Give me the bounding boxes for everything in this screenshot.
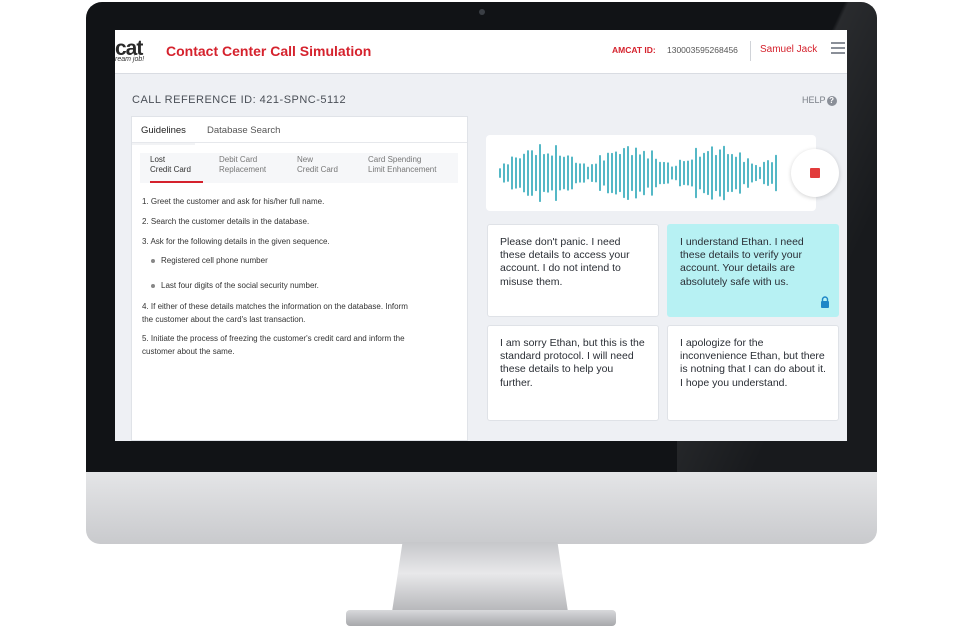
subtab-card-spending-limit[interactable]: Card Spending Limit Enhancement: [368, 155, 436, 175]
monitor-stand-base: [346, 610, 616, 626]
logo-tagline: ream job!: [115, 56, 145, 63]
bullet-text: Last four digits of the social security …: [161, 281, 319, 290]
subtab-lost-credit-card[interactable]: Lost Credit Card: [150, 155, 191, 175]
response-option-4[interactable]: I apologize for the inconvenience Ethan,…: [667, 325, 839, 421]
bullet-dot: [151, 259, 155, 263]
main-tabs: Guidelines Database Search: [132, 117, 467, 145]
subtab-line: New: [297, 155, 314, 164]
response-option-2[interactable]: I understand Ethan. I need these details…: [667, 224, 839, 317]
monitor-stand-neck: [392, 542, 568, 612]
help-button[interactable]: HELP?: [802, 95, 837, 106]
response-option-1[interactable]: Please don't panic. I need these details…: [487, 224, 659, 317]
stop-record-icon: [810, 168, 820, 178]
step-text: 3. Ask for the following details in the …: [142, 237, 330, 246]
step-text: customer about the same.: [142, 347, 235, 356]
top-bar: cat ream job! Contact Center Call Simula…: [115, 30, 847, 74]
tab-guidelines[interactable]: Guidelines: [132, 125, 195, 145]
bullet-text: Registered cell phone number: [161, 256, 268, 265]
call-reference-id: CALL REFERENCE ID: 421-SPNC-5112: [132, 94, 347, 106]
menu-icon[interactable]: [831, 42, 845, 56]
user-name[interactable]: Samuel Jack: [760, 44, 817, 55]
tab-database-search[interactable]: Database Search: [207, 125, 280, 136]
active-subtab-indicator: [150, 181, 203, 183]
subtab-line: Credit Card: [150, 165, 191, 174]
response-option-3[interactable]: I am sorry Ethan, but this is the standa…: [487, 325, 659, 421]
header-divider: [750, 41, 751, 61]
app-screen: cat ream job! Contact Center Call Simula…: [115, 30, 847, 441]
response-text: I understand Ethan. I need these details…: [680, 236, 804, 288]
monitor-chin: [86, 472, 877, 544]
subtab-line: Replacement: [219, 165, 267, 174]
step-text: 1. Greet the customer and ask for his/he…: [142, 197, 325, 206]
page-title: Contact Center Call Simulation: [166, 43, 372, 59]
waveform-graphic: [499, 144, 777, 202]
camera: [479, 9, 485, 15]
lock-icon: [821, 296, 829, 308]
bullet-dot: [151, 284, 155, 288]
help-icon: ?: [826, 96, 837, 106]
subtab-line: Limit Enhancement: [368, 165, 437, 174]
step-text: 4. If either of these details matches th…: [142, 302, 408, 311]
subtab-line: Credit Card: [297, 165, 338, 174]
sub-tabs: Lost Credit Card Debit Card Replacement …: [140, 153, 458, 183]
subtab-line: Lost: [150, 155, 166, 164]
stop-record-button[interactable]: [791, 149, 839, 197]
audio-waveform: [486, 135, 816, 211]
guidelines-panel: Guidelines Database Search Lost Credit C…: [131, 116, 468, 441]
subtab-new-credit-card[interactable]: New Credit Card: [297, 155, 338, 175]
amcat-id-value: 130003595268456: [667, 45, 738, 55]
call-panel: Please don't panic. I need these details…: [475, 116, 847, 441]
subtab-debit-card-replacement[interactable]: Debit Card Replacement: [219, 155, 266, 175]
subtab-line: Debit Card: [219, 155, 258, 164]
step-text: the customer about the card's last trans…: [142, 315, 306, 324]
subtab-line: Card Spending: [368, 155, 422, 164]
step-text: 5. Initiate the process of freezing the …: [142, 334, 405, 343]
help-label: HELP: [802, 95, 826, 105]
step-text: 2. Search the customer details in the da…: [142, 217, 310, 226]
amcat-id-label: AMCAT ID:: [612, 45, 656, 55]
